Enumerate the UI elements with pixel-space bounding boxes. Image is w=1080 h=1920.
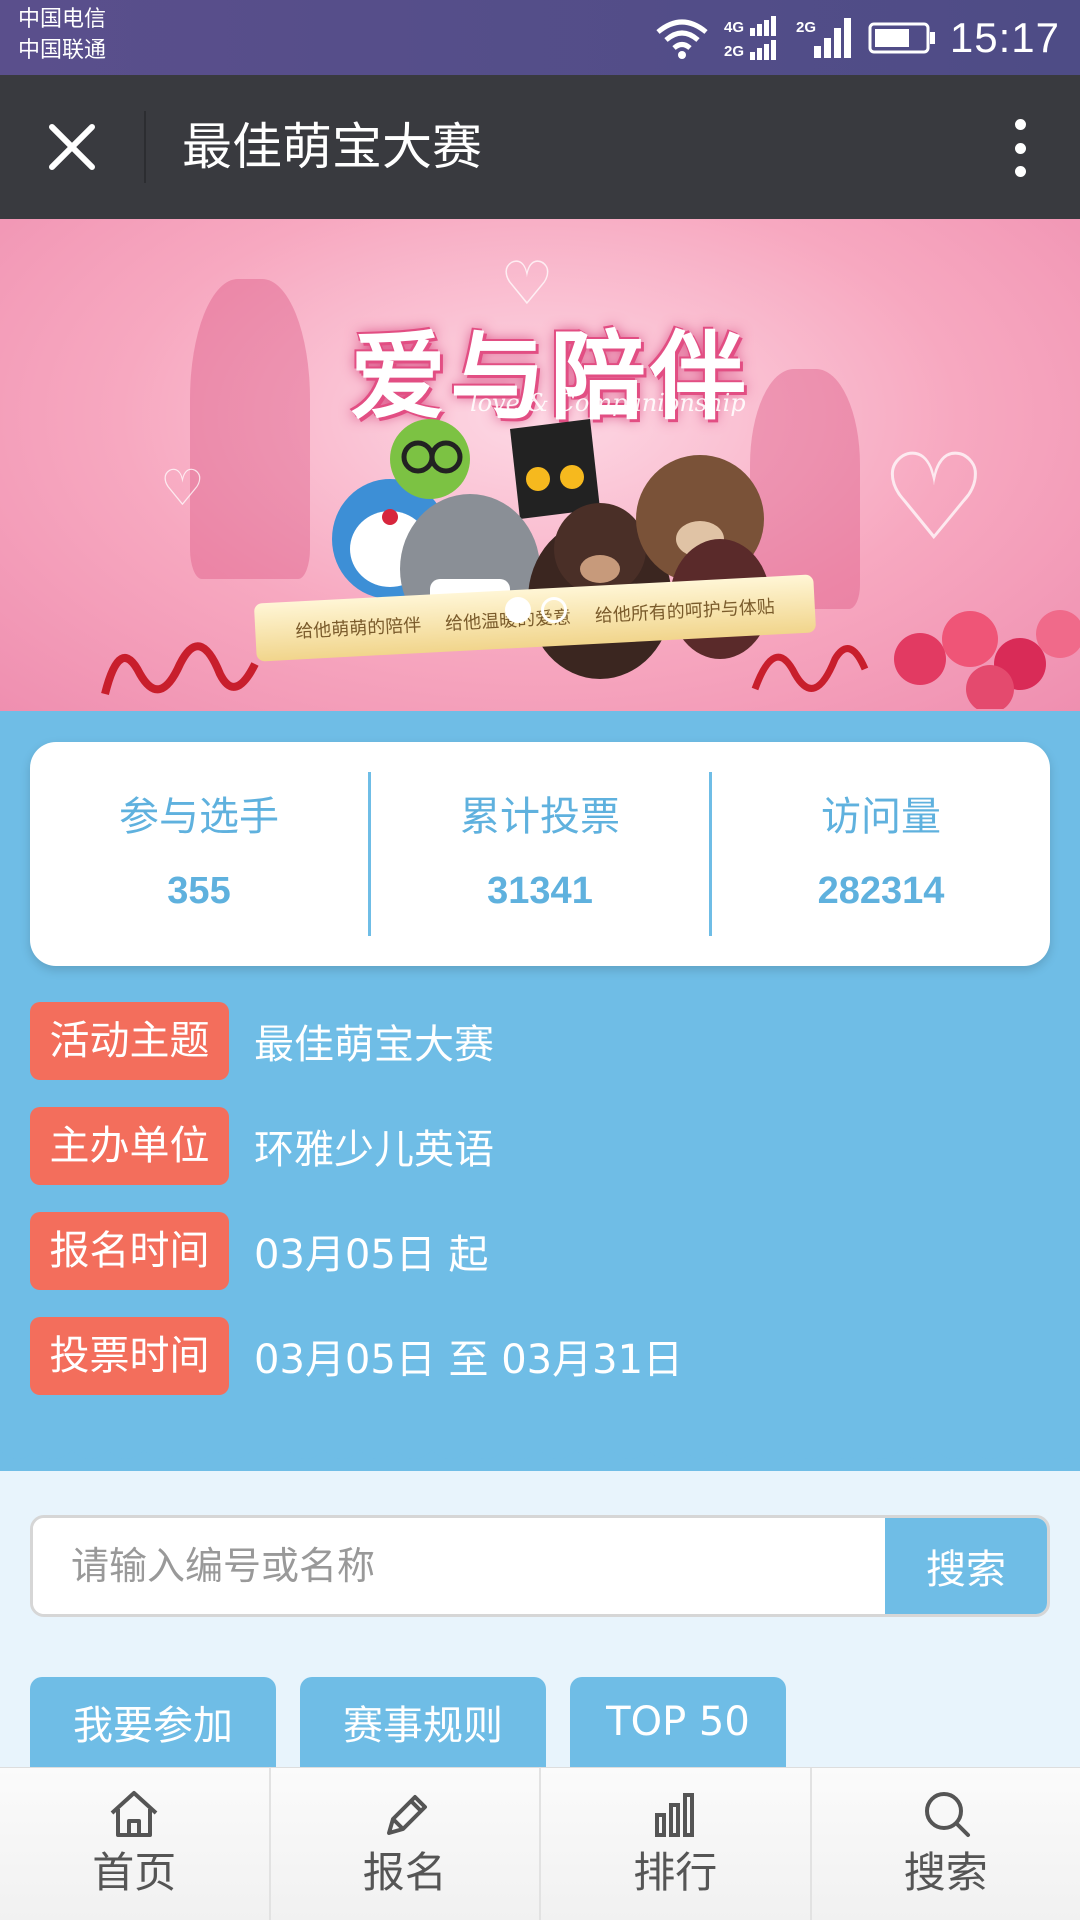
home-icon — [110, 1791, 158, 1837]
info-tag: 活动主题 — [30, 1002, 229, 1080]
info-value: 03月05日 起 — [254, 1232, 489, 1278]
activity-info-section: 参与选手 355 累计投票 31341 访问量 282314 活动主题 最佳萌宝… — [0, 711, 1080, 1471]
stat-participants: 参与选手 355 — [30, 772, 368, 936]
search-input[interactable] — [33, 1518, 885, 1614]
carrier-list: 中国电信 中国联通 — [18, 4, 106, 66]
top50-button[interactable]: TOP 50 — [570, 1677, 786, 1767]
stat-value: 355 — [167, 870, 231, 912]
title-bar: 最佳萌宝大赛 — [0, 75, 1080, 219]
carousel-dot[interactable] — [541, 597, 567, 623]
info-value: 最佳萌宝大赛 — [254, 1022, 494, 1068]
page-title: 最佳萌宝大赛 — [182, 118, 482, 176]
nav-label: 搜索 — [903, 1848, 988, 1897]
title-divider — [144, 111, 146, 183]
bar-chart-icon — [655, 1793, 695, 1837]
info-row-signup-time: 报名时间 03月05日 起 — [30, 1211, 489, 1291]
signal-2g-icon: 2G — [796, 17, 851, 58]
ribbon-curl-right — [751, 645, 869, 692]
status-bar: 中国电信 中国联通 4G 2G 2G 15:17 — [0, 0, 1080, 75]
nav-label: 首页 — [92, 1848, 177, 1897]
svg-text:4G: 4G — [724, 19, 744, 36]
wave-divider — [0, 1440, 1080, 1459]
nav-item-ranking[interactable]: 排行 — [539, 1768, 810, 1920]
svg-text:2G: 2G — [724, 43, 744, 60]
join-button[interactable]: 我要参加 — [30, 1677, 276, 1767]
heart-icon: ♡ — [160, 459, 205, 517]
info-value: 03月05日 至 03月31日 — [254, 1337, 684, 1383]
info-row-organizer: 主办单位 环雅少儿英语 — [30, 1106, 494, 1186]
more-dot-icon — [1014, 166, 1026, 177]
stats-card: 参与选手 355 累计投票 31341 访问量 282314 — [30, 742, 1050, 966]
info-row-theme: 活动主题 最佳萌宝大赛 — [30, 1001, 494, 1081]
wifi-icon — [656, 19, 708, 59]
stat-total-votes: 累计投票 31341 — [368, 772, 709, 936]
nav-label: 排行 — [633, 1848, 718, 1897]
search-button[interactable]: 搜索 — [885, 1518, 1047, 1614]
ribbon-text: 给他萌萌的陪伴 — [294, 614, 422, 643]
carousel-indicators — [505, 597, 567, 623]
battery-icon — [868, 22, 935, 53]
close-button[interactable] — [36, 117, 108, 177]
search-icon — [924, 1792, 970, 1837]
carrier-2: 中国联通 — [18, 38, 107, 63]
stat-label: 累计投票 — [460, 794, 620, 840]
carrier-1: 中国电信 — [18, 7, 107, 32]
stat-value: 31341 — [487, 870, 593, 912]
clock: 15:17 — [949, 13, 1060, 61]
signal-4g-icon: 4G 2G — [724, 15, 776, 60]
roses-illustration — [894, 610, 1080, 709]
banner-carousel[interactable]: ♡ ♡ ♡ 爱与陪伴 love & Companionship 给他萌萌的陪伴 … — [0, 219, 1080, 711]
close-icon — [49, 124, 95, 170]
bottom-nav: 首页 报名 排行 搜索 — [0, 1767, 1080, 1920]
carousel-dot-active[interactable] — [505, 597, 531, 623]
stat-visits: 访问量 282314 — [709, 772, 1050, 936]
stat-label: 参与选手 — [119, 794, 279, 840]
stat-value: 282314 — [817, 870, 945, 912]
heart-icon: ♡ — [880, 429, 988, 568]
more-dot-icon — [1014, 119, 1026, 130]
nav-item-home[interactable]: 首页 — [0, 1768, 269, 1920]
pencil-icon — [386, 1795, 427, 1835]
rules-button[interactable]: 赛事规则 — [300, 1677, 546, 1767]
info-tag: 主办单位 — [30, 1107, 229, 1185]
info-tag: 投票时间 — [30, 1317, 229, 1395]
nav-item-signup[interactable]: 报名 — [268, 1768, 540, 1920]
ribbon-text: 给他所有的呵护与体贴 — [594, 596, 776, 627]
info-row-vote-time: 投票时间 03月05日 至 03月31日 — [30, 1316, 683, 1396]
stat-label: 访问量 — [821, 794, 941, 840]
nav-label: 报名 — [362, 1848, 447, 1897]
status-indicators: 4G 2G 2G 15:17 — [654, 0, 1060, 75]
svg-text:2G: 2G — [796, 19, 816, 36]
search-box: 搜索 — [30, 1515, 1050, 1617]
couple-silhouette-left — [190, 279, 310, 579]
ribbon-curl-left — [101, 642, 259, 695]
more-menu-button[interactable] — [1000, 113, 1040, 183]
info-tag: 报名时间 — [30, 1212, 229, 1290]
info-value: 环雅少儿英语 — [254, 1127, 494, 1173]
nav-item-search[interactable]: 搜索 — [809, 1768, 1080, 1920]
more-dot-icon — [1014, 142, 1026, 154]
